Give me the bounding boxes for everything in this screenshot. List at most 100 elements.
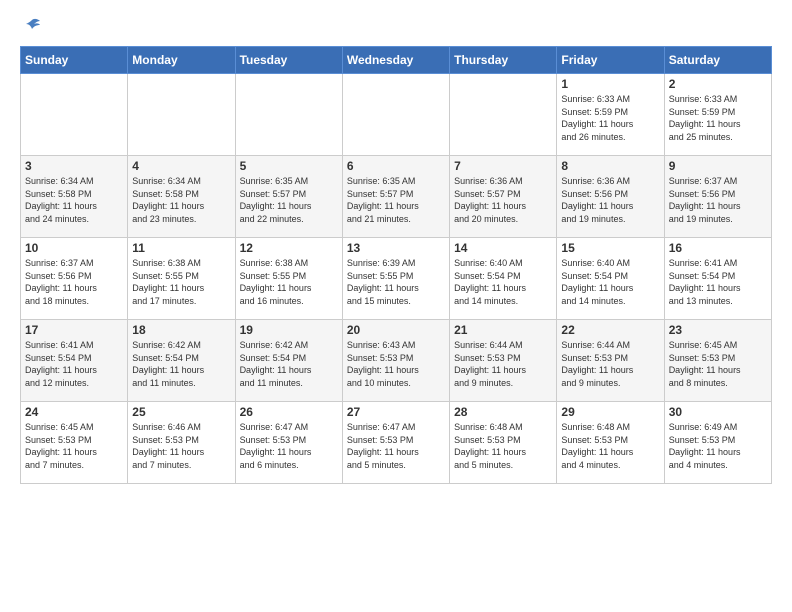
calendar-cell-3-0: 17 Sunrise: 6:41 AMSunset: 5:54 PMDayligh… (21, 320, 128, 402)
day-info: Sunrise: 6:36 AMSunset: 5:57 PMDaylight:… (454, 175, 552, 225)
day-info: Sunrise: 6:48 AMSunset: 5:53 PMDaylight:… (454, 421, 552, 471)
day-number: 17 (25, 323, 123, 337)
header-sunday: Sunday (21, 47, 128, 74)
day-number: 28 (454, 405, 552, 419)
header-monday: Monday (128, 47, 235, 74)
calendar-cell-0-4 (450, 74, 557, 156)
day-number: 30 (669, 405, 767, 419)
calendar-cell-3-1: 18Sunrise: 6:42 AMSunset: 5:54 PMDayligh… (128, 320, 235, 402)
day-info: Sunrise: 6:35 AMSunset: 5:57 PMDaylight:… (347, 175, 445, 225)
day-number: 11 (132, 241, 230, 255)
day-info: Sunrise: 6:45 AMSunset: 5:53 PMDaylight:… (25, 421, 123, 471)
calendar-header-row: Sunday Monday Tuesday Wednesday Thursday… (21, 47, 772, 74)
calendar-cell-1-0: 3Sunrise: 6:34 AMSunset: 5:58 PMDaylight… (21, 156, 128, 238)
calendar-cell-3-5: 22 Sunrise: 6:44 AMSunset: 5:53 PMDayligh… (557, 320, 664, 402)
calendar-cell-4-3: 27Sunrise: 6:47 AMSunset: 5:53 PMDayligh… (342, 402, 449, 484)
day-info: Sunrise: 6:34 AMSunset: 5:58 PMDaylight:… (25, 175, 123, 225)
day-info: Sunrise: 6:39 AMSunset: 5:55 PMDaylight:… (347, 257, 445, 307)
day-info: Sunrise: 6:40 AMSunset: 5:54 PMDaylight:… (454, 257, 552, 307)
calendar-cell-1-1: 4 Sunrise: 6:34 AMSunset: 5:58 PMDaylight… (128, 156, 235, 238)
calendar-cell-4-1: 25Sunrise: 6:46 AMSunset: 5:53 PMDayligh… (128, 402, 235, 484)
calendar-cell-1-2: 5 Sunrise: 6:35 AMSunset: 5:57 PMDaylight… (235, 156, 342, 238)
day-number: 2 (669, 77, 767, 91)
day-info: Sunrise: 6:37 AMSunset: 5:56 PMDaylight:… (669, 175, 767, 225)
calendar-cell-4-6: 30 Sunrise: 6:49 AMSunset: 5:53 PMDayligh… (664, 402, 771, 484)
calendar-cell-0-1 (128, 74, 235, 156)
day-info: Sunrise: 6:33 AMSunset: 5:59 PMDaylight:… (669, 93, 767, 143)
page: Sunday Monday Tuesday Wednesday Thursday… (0, 0, 792, 612)
day-info: Sunrise: 6:43 AMSunset: 5:53 PMDaylight:… (347, 339, 445, 389)
day-info: Sunrise: 6:38 AMSunset: 5:55 PMDaylight:… (240, 257, 338, 307)
day-info: Sunrise: 6:41 AMSunset: 5:54 PMDaylight:… (669, 257, 767, 307)
calendar-week-row-2: 10 Sunrise: 6:37 AMSunset: 5:56 PMDayligh… (21, 238, 772, 320)
day-number: 8 (561, 159, 659, 173)
day-number: 1 (561, 77, 659, 91)
logo (20, 16, 42, 36)
day-number: 29 (561, 405, 659, 419)
calendar-cell-3-2: 19Sunrise: 6:42 AMSunset: 5:54 PMDayligh… (235, 320, 342, 402)
day-info: Sunrise: 6:40 AMSunset: 5:54 PMDaylight:… (561, 257, 659, 307)
day-info: Sunrise: 6:44 AMSunset: 5:53 PMDaylight:… (561, 339, 659, 389)
calendar-cell-4-4: 28 Sunrise: 6:48 AMSunset: 5:53 PMDayligh… (450, 402, 557, 484)
day-number: 13 (347, 241, 445, 255)
header (20, 16, 772, 36)
day-number: 10 (25, 241, 123, 255)
logo-bird-icon (22, 16, 42, 36)
calendar-cell-0-2 (235, 74, 342, 156)
day-number: 24 (25, 405, 123, 419)
day-number: 19 (240, 323, 338, 337)
day-number: 27 (347, 405, 445, 419)
day-info: Sunrise: 6:37 AMSunset: 5:56 PMDaylight:… (25, 257, 123, 307)
calendar-cell-3-6: 23 Sunrise: 6:45 AMSunset: 5:53 PMDayligh… (664, 320, 771, 402)
calendar-cell-2-4: 14 Sunrise: 6:40 AMSunset: 5:54 PMDayligh… (450, 238, 557, 320)
calendar-cell-2-1: 11 Sunrise: 6:38 AMSunset: 5:55 PMDayligh… (128, 238, 235, 320)
calendar-cell-2-0: 10 Sunrise: 6:37 AMSunset: 5:56 PMDayligh… (21, 238, 128, 320)
day-info: Sunrise: 6:47 AMSunset: 5:53 PMDaylight:… (240, 421, 338, 471)
header-thursday: Thursday (450, 47, 557, 74)
calendar-cell-4-2: 26 Sunrise: 6:47 AMSunset: 5:53 PMDayligh… (235, 402, 342, 484)
day-info: Sunrise: 6:44 AMSunset: 5:53 PMDaylight:… (454, 339, 552, 389)
day-info: Sunrise: 6:41 AMSunset: 5:54 PMDaylight:… (25, 339, 123, 389)
header-saturday: Saturday (664, 47, 771, 74)
calendar-cell-1-6: 9 Sunrise: 6:37 AMSunset: 5:56 PMDaylight… (664, 156, 771, 238)
day-info: Sunrise: 6:48 AMSunset: 5:53 PMDaylight:… (561, 421, 659, 471)
calendar-cell-2-3: 13 Sunrise: 6:39 AMSunset: 5:55 PMDayligh… (342, 238, 449, 320)
header-wednesday: Wednesday (342, 47, 449, 74)
calendar-cell-1-3: 6 Sunrise: 6:35 AMSunset: 5:57 PMDaylight… (342, 156, 449, 238)
day-number: 15 (561, 241, 659, 255)
day-number: 16 (669, 241, 767, 255)
header-tuesday: Tuesday (235, 47, 342, 74)
day-info: Sunrise: 6:35 AMSunset: 5:57 PMDaylight:… (240, 175, 338, 225)
calendar-week-row-0: 1 Sunrise: 6:33 AMSunset: 5:59 PMDaylight… (21, 74, 772, 156)
day-info: Sunrise: 6:33 AMSunset: 5:59 PMDaylight:… (561, 93, 659, 143)
day-info: Sunrise: 6:49 AMSunset: 5:53 PMDaylight:… (669, 421, 767, 471)
day-number: 23 (669, 323, 767, 337)
calendar-cell-0-6: 2 Sunrise: 6:33 AMSunset: 5:59 PMDaylight… (664, 74, 771, 156)
day-number: 6 (347, 159, 445, 173)
day-info: Sunrise: 6:38 AMSunset: 5:55 PMDaylight:… (132, 257, 230, 307)
header-friday: Friday (557, 47, 664, 74)
day-number: 20 (347, 323, 445, 337)
calendar-week-row-3: 17 Sunrise: 6:41 AMSunset: 5:54 PMDayligh… (21, 320, 772, 402)
calendar-cell-2-5: 15 Sunrise: 6:40 AMSunset: 5:54 PMDayligh… (557, 238, 664, 320)
day-number: 22 (561, 323, 659, 337)
calendar-cell-0-0 (21, 74, 128, 156)
day-info: Sunrise: 6:46 AMSunset: 5:53 PMDaylight:… (132, 421, 230, 471)
day-info: Sunrise: 6:45 AMSunset: 5:53 PMDaylight:… (669, 339, 767, 389)
calendar-week-row-1: 3Sunrise: 6:34 AMSunset: 5:58 PMDaylight… (21, 156, 772, 238)
calendar-cell-3-4: 21Sunrise: 6:44 AMSunset: 5:53 PMDayligh… (450, 320, 557, 402)
calendar-cell-4-5: 29 Sunrise: 6:48 AMSunset: 5:53 PMDayligh… (557, 402, 664, 484)
calendar-cell-0-5: 1 Sunrise: 6:33 AMSunset: 5:59 PMDaylight… (557, 74, 664, 156)
calendar-cell-0-3 (342, 74, 449, 156)
day-number: 14 (454, 241, 552, 255)
day-number: 26 (240, 405, 338, 419)
day-info: Sunrise: 6:36 AMSunset: 5:56 PMDaylight:… (561, 175, 659, 225)
calendar-table: Sunday Monday Tuesday Wednesday Thursday… (20, 46, 772, 484)
calendar-cell-4-0: 24 Sunrise: 6:45 AMSunset: 5:53 PMDayligh… (21, 402, 128, 484)
day-info: Sunrise: 6:34 AMSunset: 5:58 PMDaylight:… (132, 175, 230, 225)
day-number: 4 (132, 159, 230, 173)
day-number: 12 (240, 241, 338, 255)
day-number: 9 (669, 159, 767, 173)
day-number: 5 (240, 159, 338, 173)
day-number: 7 (454, 159, 552, 173)
